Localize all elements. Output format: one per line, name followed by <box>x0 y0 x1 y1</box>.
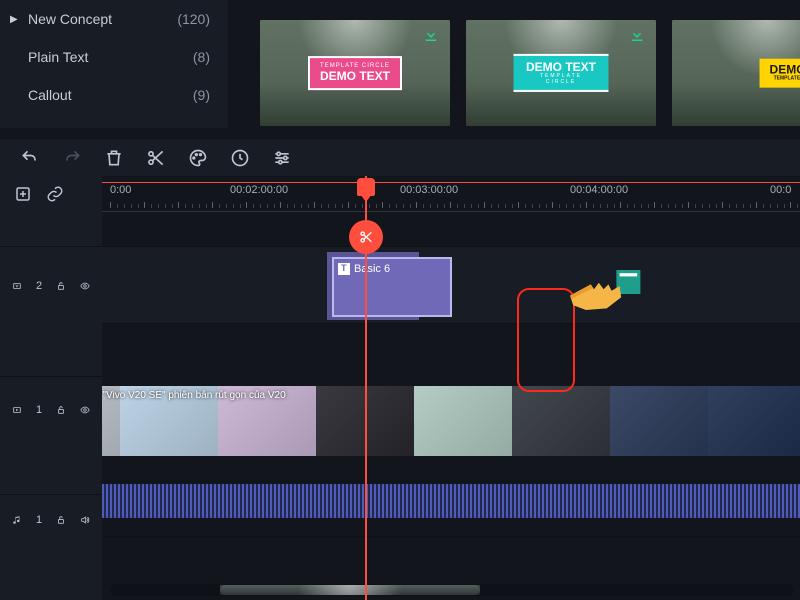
category-sidebar: ▶ New Concept (120) Plain Text (8) Callo… <box>0 0 228 128</box>
template-thumb[interactable]: DEMO TEXT TEMPLATE CIRCLE <box>466 20 656 126</box>
tutorial-hand-cursor <box>562 262 642 332</box>
eye-icon[interactable] <box>80 279 90 293</box>
text-track-lane[interactable]: Basic 6 <box>102 246 800 324</box>
template-demo-label: TEMPLATE CIRCLE DEMO TEXT <box>308 56 402 90</box>
sidebar-item-label: Callout <box>28 87 72 103</box>
adjust-icon[interactable] <box>272 148 292 168</box>
link-icon[interactable] <box>46 185 64 203</box>
eye-icon[interactable] <box>80 403 90 417</box>
playhead-split-button[interactable] <box>349 220 383 254</box>
expand-arrow-icon: ▶ <box>10 14 18 25</box>
audio-track-lane[interactable] <box>102 476 800 526</box>
sidebar-item-new-concept[interactable]: ▶ New Concept (120) <box>0 0 228 38</box>
delete-icon[interactable] <box>104 148 124 168</box>
video-clip[interactable]: ▶ Đánh giá chi tiết "Vivo V20 SE" phiên … <box>102 386 800 456</box>
lock-icon[interactable] <box>56 279 66 293</box>
template-thumb[interactable]: DEMO TE TEMPLATE CIRCLE <box>672 20 800 126</box>
template-thumb[interactable]: TEMPLATE CIRCLE DEMO TEXT <box>260 20 450 126</box>
download-icon[interactable] <box>628 26 646 44</box>
sidebar-item-count: (8) <box>193 49 210 65</box>
sidebar-item-label: Plain Text <box>28 49 88 65</box>
ruler-timecode: 00:03:00:00 <box>400 184 458 196</box>
ruler-timecode: 0:00 <box>110 184 131 196</box>
undo-icon[interactable] <box>20 148 40 168</box>
redo-icon[interactable] <box>62 148 82 168</box>
track-type-icon <box>12 403 22 417</box>
time-ruler[interactable]: 0:00 00:02:00:00 00:03:00:00 00:04:00:00 00:… <box>102 176 800 212</box>
scrollbar-thumb[interactable] <box>220 585 480 595</box>
text-clip-icon <box>338 263 350 275</box>
text-clip-label: Basic 6 <box>354 263 390 275</box>
lock-icon[interactable] <box>56 403 66 417</box>
scissors-icon <box>358 229 374 245</box>
add-marker-icon[interactable] <box>14 185 32 203</box>
ruler-redline <box>102 182 800 183</box>
music-note-icon <box>12 513 22 527</box>
playhead[interactable] <box>365 176 367 600</box>
lock-icon[interactable] <box>56 513 66 527</box>
track-type-icon <box>12 279 22 293</box>
music-track-lane[interactable] <box>102 536 800 586</box>
track-headers: 2 1 1 <box>0 176 102 600</box>
timeline-body[interactable]: 0:00 00:02:00:00 00:03:00:00 00:04:00:00 00:… <box>102 176 800 600</box>
sidebar-item-count: (9) <box>193 87 210 103</box>
text-track-header[interactable]: 2 <box>0 246 102 324</box>
track-number: 1 <box>36 514 42 526</box>
template-demo-label: DEMO TEXT TEMPLATE CIRCLE <box>514 54 609 92</box>
template-thumbnails: TEMPLATE CIRCLE DEMO TEXT DEMO TEXT TEMP… <box>260 20 800 130</box>
track-lane-spacer <box>102 212 800 246</box>
track-number: 2 <box>36 280 42 292</box>
video-clip-title: Đánh giá chi tiết "Vivo V20 SE" phiên bả… <box>102 388 290 403</box>
text-clip[interactable]: Basic 6 <box>332 257 452 317</box>
sidebar-item-label: New Concept <box>28 11 112 27</box>
scissors-icon[interactable] <box>146 148 166 168</box>
horizontal-scrollbar[interactable] <box>110 584 794 596</box>
color-palette-icon[interactable] <box>188 148 208 168</box>
speaker-icon[interactable] <box>80 513 90 527</box>
audio-waveform[interactable] <box>102 484 800 518</box>
music-track-header[interactable]: 1 <box>0 494 102 544</box>
download-icon[interactable] <box>422 26 440 44</box>
track-number: 1 <box>36 404 42 416</box>
ruler-timecode: 00:02:00:00 <box>230 184 288 196</box>
timeline: 2 1 1 0:00 00:02:00:00 00:03:00:00 00:04:00… <box>0 176 800 600</box>
video-track-lane[interactable]: ▶ Đánh giá chi tiết "Vivo V20 SE" phiên … <box>102 376 800 464</box>
timeline-toolbar <box>0 138 800 176</box>
sidebar-item-callout[interactable]: Callout (9) <box>0 76 228 114</box>
sidebar-item-count: (120) <box>177 11 210 27</box>
template-demo-label: DEMO TE TEMPLATE CIRCLE <box>760 59 800 88</box>
video-track-header[interactable]: 1 <box>0 376 102 442</box>
playhead-cap[interactable] <box>357 178 375 196</box>
ruler-timecode: 00:04:00:00 <box>570 184 628 196</box>
speed-icon[interactable] <box>230 148 250 168</box>
ruler-timecode: 00:0 <box>770 184 791 196</box>
sidebar-item-plain-text[interactable]: Plain Text (8) <box>0 38 228 76</box>
